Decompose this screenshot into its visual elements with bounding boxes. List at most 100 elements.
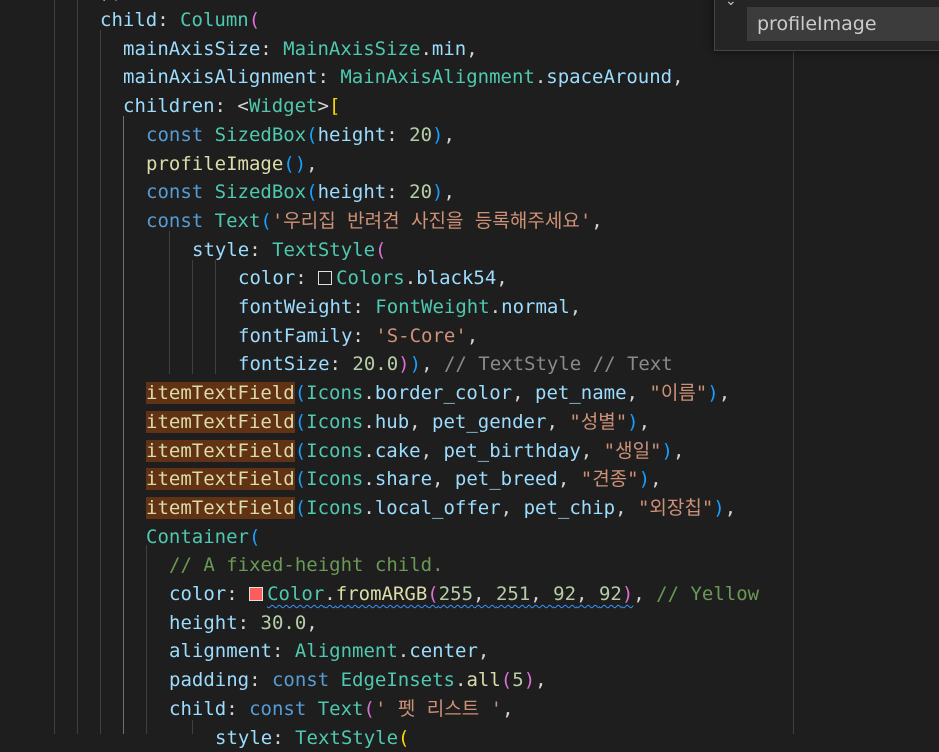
code-line[interactable]: itemTextField(Icons.hub, pet_gender, "성별… bbox=[146, 408, 650, 437]
code-token: : bbox=[272, 727, 295, 749]
code-line[interactable]: alignment: Alignment.center, bbox=[169, 637, 489, 666]
code-token: height bbox=[318, 124, 387, 146]
code-line[interactable]: fontSize: 20.0)), // TextStyle // Text bbox=[238, 350, 673, 379]
code-line[interactable]: itemTextField(Icons.local_offer, pet_chi… bbox=[146, 494, 736, 523]
code-token: 251 bbox=[496, 583, 530, 605]
code-token: ) bbox=[662, 440, 673, 462]
code-line[interactable]: height: 30.0, bbox=[169, 609, 318, 638]
code-token: ) bbox=[410, 353, 421, 375]
code-token: fontWeight bbox=[238, 296, 352, 318]
code-line[interactable]: profileImage(), bbox=[146, 150, 318, 179]
code-token: : bbox=[249, 669, 272, 691]
code-line[interactable]: fontWeight: FontWeight.normal, bbox=[238, 293, 581, 322]
code-token: ( bbox=[295, 440, 306, 462]
code-token: , bbox=[725, 497, 736, 519]
code-token: 255 bbox=[439, 583, 473, 605]
code-token: , bbox=[502, 698, 513, 720]
code-token: , bbox=[535, 669, 546, 691]
code-token: TextStyle bbox=[272, 239, 375, 261]
code-line[interactable]: itemTextField(Icons.border_color, pet_na… bbox=[146, 379, 730, 408]
code-token: , bbox=[591, 210, 602, 232]
code-token: . bbox=[363, 411, 374, 433]
code-token: 5 bbox=[512, 669, 523, 691]
code-line[interactable]: child: Column( bbox=[100, 6, 260, 35]
code-token: > bbox=[317, 95, 328, 117]
code-line[interactable]: children: <Widget>[ bbox=[123, 92, 340, 121]
code-token: cake bbox=[375, 440, 421, 462]
code-token: all bbox=[466, 669, 500, 691]
code-token: profileImage bbox=[146, 153, 283, 175]
code-token: , bbox=[432, 468, 455, 490]
code-token: , bbox=[615, 497, 638, 519]
code-token: 'S-Core' bbox=[375, 325, 467, 347]
code-line[interactable]: const SizedBox(height: 20), bbox=[146, 121, 455, 150]
code-token: [ bbox=[329, 95, 340, 117]
search-match: itemTextField bbox=[146, 468, 295, 490]
code-token: : bbox=[226, 583, 249, 605]
code-token: SizedBox bbox=[215, 181, 307, 203]
code-line[interactable]: color: Colors.black54, bbox=[238, 264, 508, 293]
code-token: , bbox=[496, 267, 507, 289]
chevron-down-icon[interactable]: ⌄ bbox=[725, 0, 741, 8]
code-token: , bbox=[512, 382, 535, 404]
code-token: normal bbox=[501, 296, 570, 318]
code-token: fromARGB bbox=[336, 583, 428, 605]
code-line[interactable]: itemTextField(Icons.cake, pet_birthday, … bbox=[146, 437, 684, 466]
code-token: , bbox=[467, 325, 478, 347]
code-token: ( bbox=[306, 124, 317, 146]
search-match: itemTextField bbox=[146, 497, 295, 519]
code-token: , bbox=[719, 382, 730, 404]
code-editor[interactable]: child: Column(mainAxisSize: MainAxisSize… bbox=[0, 0, 939, 734]
code-line[interactable]: fontFamily: 'S-Core', bbox=[238, 322, 478, 351]
code-token: child bbox=[100, 9, 157, 31]
code-token: : bbox=[352, 296, 375, 318]
code-token: , bbox=[466, 38, 477, 60]
code-token: 92 bbox=[553, 583, 576, 605]
code-line[interactable]: const SizedBox(height: 20), bbox=[146, 178, 455, 207]
code-token: fontFamily bbox=[238, 325, 352, 347]
code-line[interactable]: child: const Text(' 펫 리스트 ', bbox=[169, 695, 514, 724]
indent-guide bbox=[54, 0, 55, 734]
code-token: , bbox=[672, 66, 683, 88]
code-token: () bbox=[283, 153, 306, 175]
code-line[interactable]: style: TextStyle( bbox=[215, 724, 410, 752]
code-line[interactable]: mainAxisSize: MainAxisSize.min, bbox=[123, 35, 478, 64]
indent-guide bbox=[169, 231, 170, 374]
code-token: ( bbox=[295, 468, 306, 490]
indent-guide bbox=[146, 545, 147, 734]
code-token: // A fixed-height child. bbox=[169, 554, 444, 576]
code-token: ( bbox=[501, 669, 512, 691]
code-line[interactable]: const Text('우리집 반려견 사진을 등록해주세요', bbox=[146, 207, 603, 236]
code-token: "이름" bbox=[649, 382, 707, 404]
code-token: ) bbox=[639, 468, 650, 490]
code-token: , bbox=[633, 583, 656, 605]
code-line[interactable]: Container( bbox=[146, 523, 260, 552]
code-line[interactable]: itemTextField(Icons.share, pet_breed, "견… bbox=[146, 465, 662, 494]
code-token: 20 bbox=[409, 181, 432, 203]
code-token: "견종" bbox=[581, 468, 639, 490]
code-token: , bbox=[501, 497, 524, 519]
code-token: : bbox=[226, 698, 249, 720]
code-token: black54 bbox=[416, 267, 496, 289]
code-token: ( bbox=[306, 181, 317, 203]
code-line[interactable]: mainAxisAlignment: MainAxisAlignment.spa… bbox=[123, 63, 684, 92]
code-token: ) bbox=[622, 583, 633, 605]
code-token: pet_chip bbox=[524, 497, 616, 519]
code-line[interactable]: padding: const EdgeInsets.all(5), bbox=[169, 666, 547, 695]
code-token: , bbox=[306, 612, 317, 634]
code-token: ) bbox=[432, 124, 443, 146]
color-swatch[interactable] bbox=[318, 271, 332, 285]
code-token: color bbox=[169, 583, 226, 605]
code-token: ) bbox=[524, 669, 535, 691]
code-token: , bbox=[581, 440, 604, 462]
code-line[interactable]: style: TextStyle( bbox=[192, 236, 387, 265]
code-line[interactable]: color: Color.fromARGB(255, 251, 92, 92),… bbox=[169, 580, 759, 609]
code-token: mainAxisSize bbox=[123, 38, 260, 60]
code-line[interactable]: // A fixed-height child. bbox=[169, 551, 444, 580]
color-swatch[interactable] bbox=[249, 587, 263, 601]
search-match: itemTextField bbox=[146, 440, 295, 462]
code-token: FontWeight bbox=[375, 296, 489, 318]
code-token: children bbox=[123, 95, 215, 117]
code-token: "외장칩" bbox=[638, 497, 713, 519]
find-input[interactable] bbox=[747, 7, 939, 41]
